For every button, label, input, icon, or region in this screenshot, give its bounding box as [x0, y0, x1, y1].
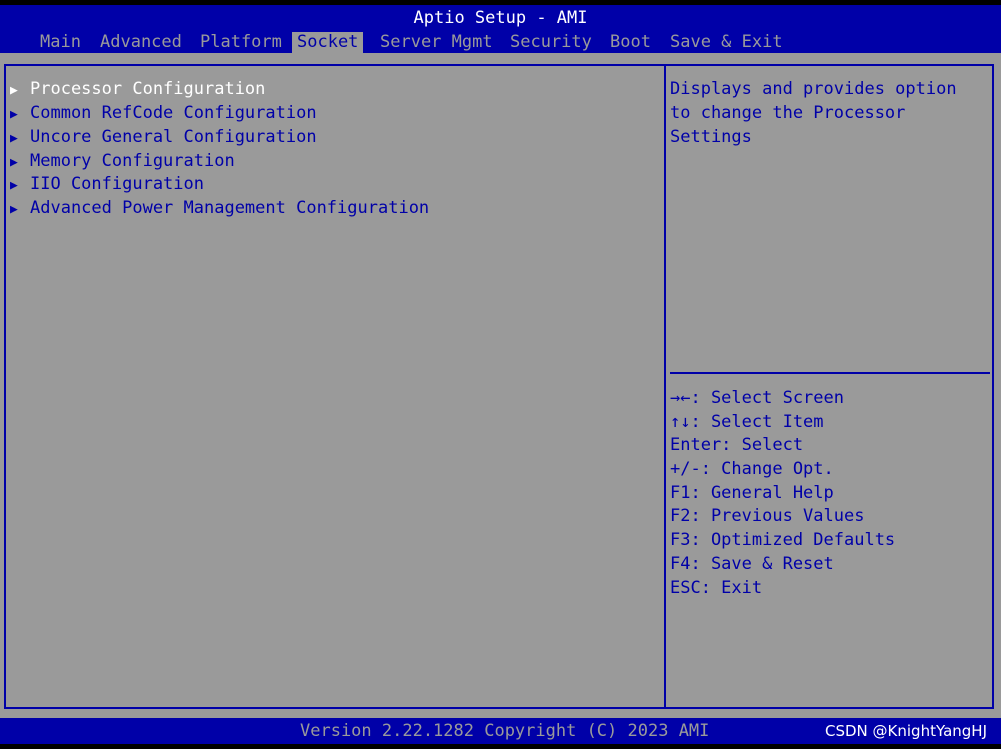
menu-item-iio-configuration[interactable]: ▶ IIO Configuration	[10, 172, 204, 196]
header-bar: Aptio Setup - AMI Main Advanced Platform…	[0, 5, 1001, 53]
key-save-reset: F4: Save & Reset	[670, 554, 834, 574]
key-change-opt: +/-: Change Opt.	[670, 459, 834, 479]
menu-item-label: Processor Configuration	[30, 79, 266, 99]
menu-item-common-refcode-configuration[interactable]: ▶ Common RefCode Configuration	[10, 101, 317, 125]
version-text: Version 2.22.1282 Copyright (C) 2023 AMI	[300, 721, 710, 741]
help-text-line: to change the Processor	[670, 103, 906, 123]
tab-socket[interactable]: Socket	[292, 32, 364, 53]
key-optimized-defaults: F3: Optimized Defaults	[670, 530, 896, 550]
key-select-screen: →←: Select Screen	[670, 388, 844, 408]
tab-save-exit[interactable]: Save & Exit	[665, 32, 788, 53]
submenu-arrow-icon: ▶	[10, 83, 18, 98]
tab-advanced[interactable]: Advanced	[95, 32, 187, 53]
menu-item-label: Memory Configuration	[30, 151, 235, 171]
help-text-line: Displays and provides option	[670, 79, 957, 99]
help-divider	[670, 372, 990, 374]
menu-item-uncore-general-configuration[interactable]: ▶ Uncore General Configuration	[10, 125, 317, 149]
bottom-border	[0, 744, 1001, 749]
window-title: Aptio Setup - AMI	[413, 8, 588, 28]
menu-item-label: Advanced Power Management Configuration	[30, 198, 430, 218]
submenu-arrow-icon: ▶	[10, 131, 18, 146]
help-text-line: Settings	[670, 127, 752, 147]
panel-divider	[664, 64, 666, 709]
menu-item-memory-configuration[interactable]: ▶ Memory Configuration	[10, 149, 235, 173]
key-general-help: F1: General Help	[670, 483, 834, 503]
tab-boot[interactable]: Boot	[605, 32, 656, 53]
key-select-item: ↑↓: Select Item	[670, 412, 824, 432]
tab-platform[interactable]: Platform	[195, 32, 287, 53]
menu-item-label: IIO Configuration	[30, 174, 204, 194]
submenu-arrow-icon: ▶	[10, 107, 18, 122]
menu-item-label: Uncore General Configuration	[30, 127, 317, 147]
tab-security[interactable]: Security	[505, 32, 597, 53]
key-previous-values: F2: Previous Values	[670, 506, 865, 526]
watermark-text: CSDN @KnightYangHJ	[825, 722, 987, 740]
tab-server-mgmt[interactable]: Server Mgmt	[375, 32, 498, 53]
key-esc-exit: ESC: Exit	[670, 578, 763, 598]
footer-bar: Version 2.22.1282 Copyright (C) 2023 AMI…	[0, 718, 1001, 744]
bios-screen: Aptio Setup - AMI Main Advanced Platform…	[0, 0, 1001, 749]
menu-item-advanced-power-management-configuration[interactable]: ▶ Advanced Power Management Configuration	[10, 196, 429, 220]
submenu-arrow-icon: ▶	[10, 202, 18, 217]
key-enter-select: Enter: Select	[670, 435, 804, 455]
menu-item-processor-configuration[interactable]: ▶ Processor Configuration	[10, 77, 265, 101]
menu-item-label: Common RefCode Configuration	[30, 103, 317, 123]
tab-main[interactable]: Main	[35, 32, 86, 53]
submenu-arrow-icon: ▶	[10, 178, 18, 193]
